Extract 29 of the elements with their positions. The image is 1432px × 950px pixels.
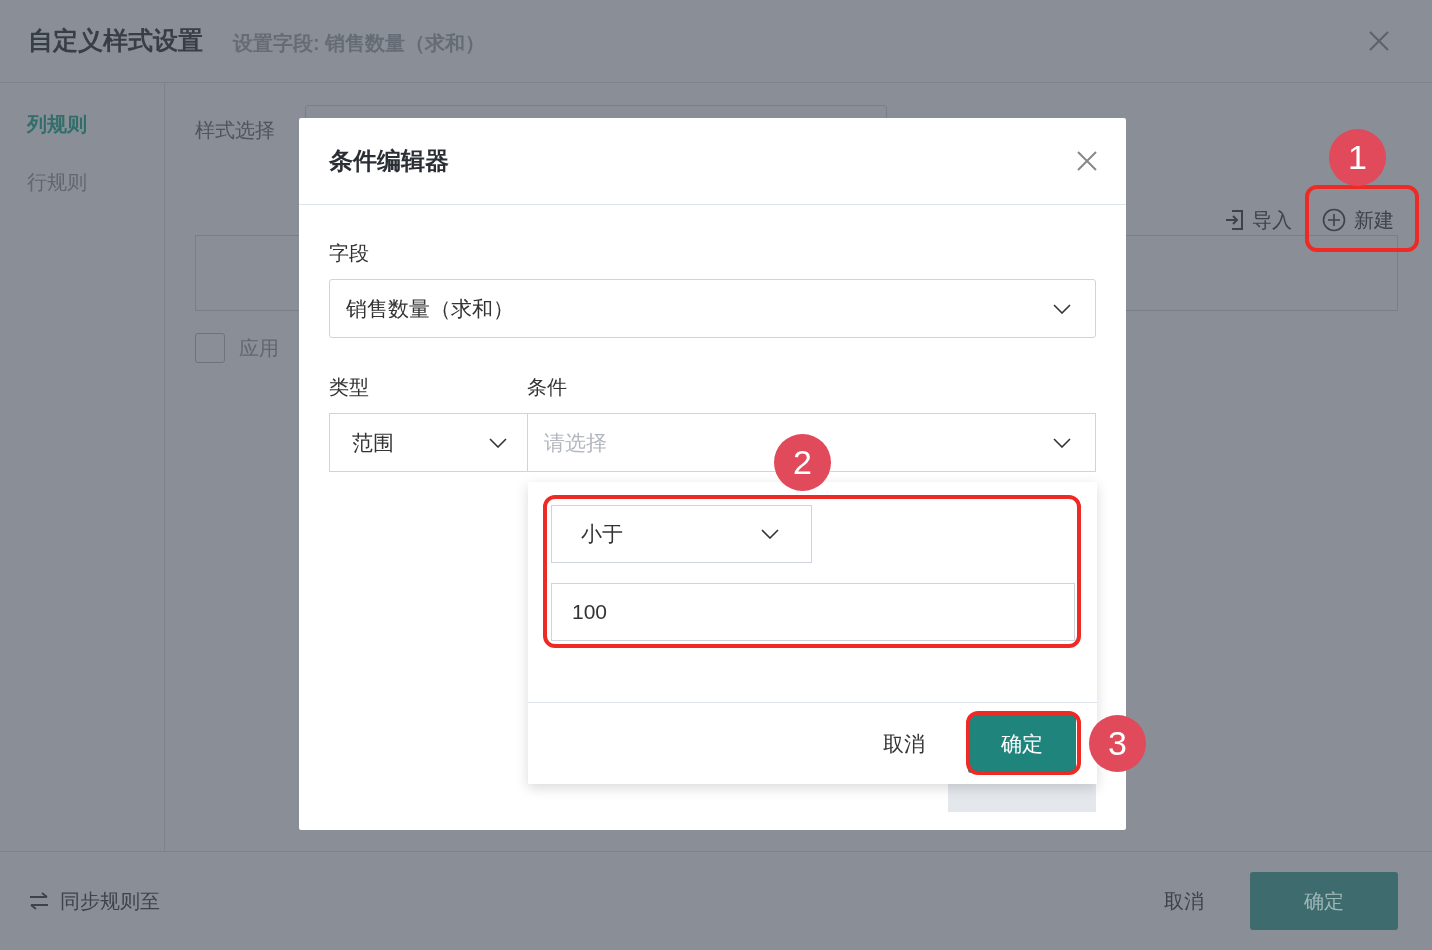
operator-select[interactable]: 小于	[551, 505, 812, 563]
chevron-down-icon	[761, 529, 779, 539]
new-button[interactable]: 新建	[1322, 205, 1394, 235]
import-icon	[1224, 209, 1244, 231]
field-label: 字段	[329, 241, 370, 266]
sidebar-item[interactable]: 列规则	[27, 109, 164, 139]
confirm-button[interactable]: 确定	[1250, 872, 1398, 930]
field-label: 类型	[329, 375, 370, 400]
close-icon[interactable]	[1368, 30, 1390, 52]
field-select[interactable]: 销售数量（求和）	[329, 279, 1096, 338]
value-input[interactable]: 100	[551, 583, 1075, 641]
plus-circle-icon	[1322, 208, 1346, 232]
type-select[interactable]: 范围	[329, 413, 528, 472]
cancel-button[interactable]: 取消	[882, 714, 926, 773]
field-label: 条件	[527, 375, 567, 400]
close-icon[interactable]	[1076, 150, 1098, 172]
import-button[interactable]: 导入	[1224, 205, 1292, 235]
step-badge: 1	[1329, 129, 1386, 186]
modal-title: 条件编辑器	[329, 146, 449, 176]
checkbox[interactable]	[195, 333, 225, 363]
cancel-button[interactable]: 取消	[1162, 872, 1206, 930]
swap-arrows-icon	[28, 892, 50, 910]
chevron-down-icon	[489, 437, 507, 448]
confirm-button[interactable]: 确定	[968, 714, 1076, 773]
sync-link[interactable]: 同步规则至	[28, 886, 160, 916]
chevron-down-icon	[1053, 303, 1071, 314]
window-title: 自定义样式设置	[28, 25, 203, 57]
chevron-down-icon	[1053, 437, 1071, 448]
field-label: 样式选择	[195, 118, 275, 143]
